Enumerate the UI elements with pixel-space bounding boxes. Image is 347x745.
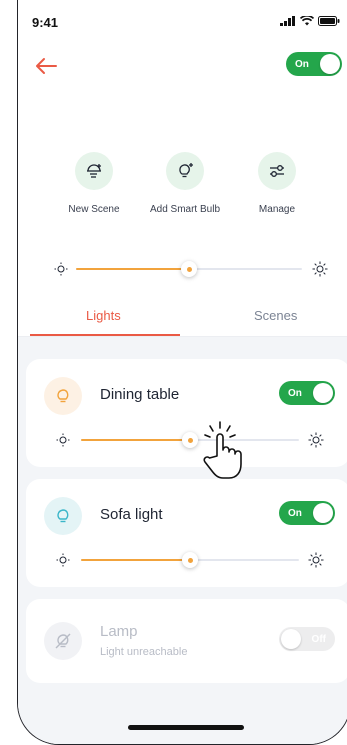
toggle-knob <box>281 629 301 649</box>
new-scene-icon-circle <box>75 152 113 190</box>
toggle-knob <box>313 383 333 403</box>
brightness-high-icon <box>312 261 328 277</box>
master-brightness-slider[interactable] <box>76 260 302 278</box>
manage-button[interactable]: Manage <box>232 152 322 215</box>
device-card-sofa-light[interactable]: Sofa light On <box>26 479 347 587</box>
add-smart-bulb-label: Add Smart Bulb <box>149 204 221 215</box>
device-name: Sofa light <box>100 506 163 523</box>
back-arrow-icon[interactable] <box>34 56 58 76</box>
slider-thumb[interactable] <box>181 261 197 277</box>
toggle-label: On <box>288 507 302 519</box>
device-status-text: Light unreachable <box>100 646 188 658</box>
slider-fill <box>76 268 189 270</box>
new-scene-button[interactable]: New Scene <box>49 152 139 215</box>
device-card-lamp[interactable]: Lamp Light unreachable Off <box>26 599 347 683</box>
device-brightness-slider[interactable] <box>81 551 299 569</box>
device-list: Dining table On Sofa light On Lamp Light… <box>18 337 347 744</box>
signal-icon <box>280 16 295 26</box>
brightness-low-icon <box>56 433 70 447</box>
wifi-icon <box>300 16 314 26</box>
bulb-icon <box>57 389 69 403</box>
slider-fill <box>81 559 190 561</box>
phone-frame: 9:41 On New Scene Add Smart Bulb Manage … <box>17 0 347 745</box>
brightness-low-icon <box>56 553 70 567</box>
manage-label: Manage <box>258 204 296 215</box>
master-toggle-label: On <box>295 58 309 70</box>
brightness-high-icon <box>308 432 324 448</box>
add-bulb-icon-circle <box>166 152 204 190</box>
device-icon-circle <box>44 497 82 535</box>
status-icons <box>280 16 340 26</box>
device-name: Lamp <box>100 623 138 640</box>
toggle-label: Off <box>311 633 326 645</box>
quick-actions: New Scene Add Smart Bulb Manage <box>18 152 347 232</box>
tab-lights[interactable]: Lights <box>86 308 121 323</box>
status-time: 9:41 <box>32 15 59 30</box>
home-indicator <box>128 725 244 730</box>
master-power-toggle[interactable]: On <box>286 52 342 76</box>
device-icon-circle <box>44 377 82 415</box>
device-name: Dining table <box>100 386 180 403</box>
brightness-high-icon <box>308 552 324 568</box>
device-power-toggle[interactable]: Off <box>279 627 335 651</box>
toggle-label: On <box>288 387 302 399</box>
new-scene-label: New Scene <box>68 204 120 215</box>
device-power-toggle[interactable]: On <box>279 381 335 405</box>
brightness-low-icon <box>54 262 68 276</box>
bulb-off-icon <box>55 633 71 649</box>
status-bar: 9:41 <box>18 0 347 40</box>
tab-scenes[interactable]: Scenes <box>254 308 297 323</box>
battery-icon <box>318 16 340 26</box>
slider-thumb[interactable] <box>182 552 198 568</box>
tab-bar: Lights Scenes <box>18 300 347 338</box>
bulb-add-icon <box>179 163 193 178</box>
toggle-knob <box>320 54 340 74</box>
sliders-icon <box>270 165 284 177</box>
device-power-toggle[interactable]: On <box>279 501 335 525</box>
slider-fill <box>81 439 190 441</box>
bulb-icon <box>57 509 69 523</box>
device-icon-circle <box>44 622 82 660</box>
device-card-dining-table[interactable]: Dining table On <box>26 359 347 467</box>
add-smart-bulb-button[interactable]: Add Smart Bulb <box>140 152 230 215</box>
tap-gesture-hand-icon <box>203 421 242 479</box>
manage-icon-circle <box>258 152 296 190</box>
device-brightness-slider[interactable] <box>81 431 299 449</box>
scene-bulb-add-icon <box>87 164 101 178</box>
toggle-knob <box>313 503 333 523</box>
